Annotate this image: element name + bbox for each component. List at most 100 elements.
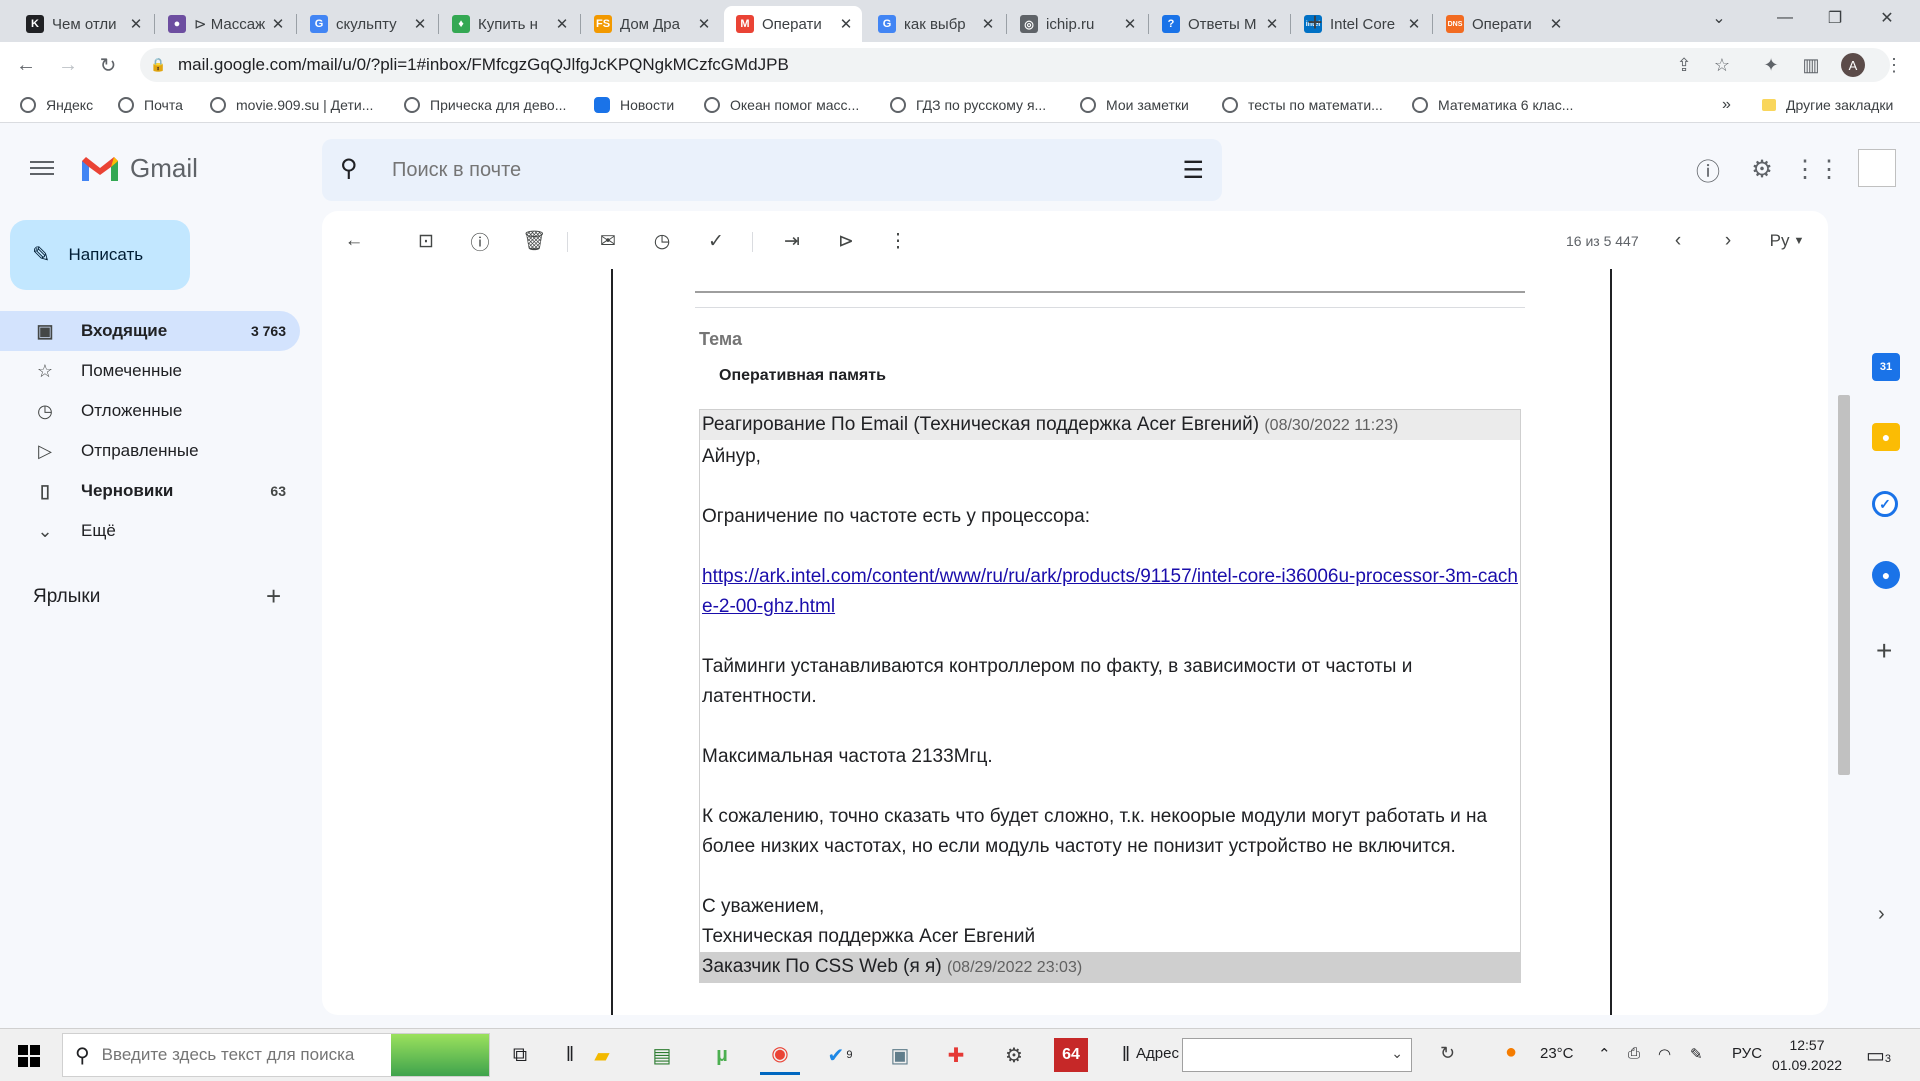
- task-view-icon[interactable]: ⧉: [500, 1035, 540, 1075]
- main-menu-icon[interactable]: [30, 157, 54, 179]
- folder-item[interactable]: ▣ Входящие 3 763: [0, 311, 300, 351]
- help-icon[interactable]: ⓘ: [1692, 153, 1724, 186]
- bookmark-item[interactable]: movie.909.su | Дети...: [210, 94, 373, 116]
- bookmark-item[interactable]: Прическа для дево...: [404, 94, 566, 116]
- new-tab-button[interactable]: +: [1290, 4, 1340, 40]
- windows-start-icon[interactable]: [18, 1045, 40, 1067]
- add-task-icon[interactable]: ✓: [700, 225, 732, 257]
- search-bar[interactable]: ⚲ ☰: [322, 139, 1222, 201]
- browser-tab[interactable]: ♦ Купить н ✕: [440, 6, 578, 42]
- browser-tab[interactable]: M Операти ✕: [724, 6, 862, 42]
- more-options-icon[interactable]: ⋮: [882, 225, 914, 257]
- bookmark-item[interactable]: Новости: [594, 94, 674, 116]
- bookmarks-overflow-button[interactable]: »: [1722, 94, 1731, 116]
- system-clock[interactable]: 12:57 01.09.2022: [1772, 1035, 1842, 1075]
- search-options-icon[interactable]: ☰: [1182, 156, 1204, 185]
- delete-icon[interactable]: 🗑: [518, 225, 550, 257]
- browser-menu-icon[interactable]: ⋮: [1880, 49, 1908, 81]
- browser-tab[interactable]: K Чем отли ✕: [14, 6, 152, 42]
- tab-close-icon[interactable]: ✕: [978, 15, 998, 33]
- tab-close-icon[interactable]: ✕: [126, 15, 146, 33]
- reading-pane-scrollbar[interactable]: [1838, 395, 1850, 775]
- input-tools-button[interactable]: Ру ▼: [1762, 225, 1812, 257]
- bookmark-item[interactable]: Мои заметки: [1080, 94, 1189, 116]
- back-icon[interactable]: ←: [10, 49, 42, 81]
- folder-item[interactable]: ⌄ Ещё: [0, 511, 300, 551]
- tab-close-icon[interactable]: ✕: [836, 15, 856, 33]
- compose-button[interactable]: ✎ Написать: [10, 220, 190, 290]
- restore-button[interactable]: ❐: [1810, 0, 1860, 36]
- image-viewer-icon[interactable]: ▣: [880, 1035, 920, 1075]
- back-to-inbox-icon[interactable]: ←: [338, 225, 370, 257]
- settings-app-icon[interactable]: ⚙: [994, 1035, 1034, 1075]
- bookmark-item[interactable]: Яндекс: [20, 94, 93, 116]
- wifi-icon[interactable]: ◠: [1658, 1045, 1671, 1063]
- url-text[interactable]: mail.google.com/mail/u/0/?pli=1#inbox/FM…: [178, 55, 789, 75]
- bookmark-item[interactable]: Океан помог масс...: [704, 94, 859, 116]
- tab-close-icon[interactable]: ✕: [1546, 15, 1566, 33]
- settings-gear-icon[interactable]: ⚙: [1746, 153, 1778, 185]
- older-chevron-icon[interactable]: ›: [1712, 225, 1744, 257]
- side-panel-icon[interactable]: ▥: [1797, 49, 1825, 81]
- tab-search-icon[interactable]: ⌄: [1694, 0, 1744, 36]
- tab-close-icon[interactable]: ✕: [552, 15, 572, 33]
- contacts-icon[interactable]: ●: [1872, 561, 1900, 589]
- tab-close-icon[interactable]: ✕: [1404, 15, 1424, 33]
- move-to-icon[interactable]: ⇥: [776, 225, 808, 257]
- bookmark-item[interactable]: Математика 6 клас...: [1412, 94, 1573, 116]
- folder-item[interactable]: ▷ Отправленные: [0, 431, 300, 471]
- apps-grid-icon[interactable]: ⋮⋮: [1793, 153, 1841, 185]
- close-window-button[interactable]: ✕: [1862, 0, 1912, 36]
- minimize-button[interactable]: —: [1760, 0, 1810, 36]
- checkmark-app-icon[interactable]: ✔ 9: [820, 1035, 860, 1075]
- input-language[interactable]: РУС: [1732, 1045, 1762, 1062]
- folder-item[interactable]: ◷ Отложенные: [0, 391, 300, 431]
- browser-tab[interactable]: Gскульпту ✕: [298, 6, 436, 42]
- tab-close-icon[interactable]: ✕: [410, 15, 430, 33]
- address-bar[interactable]: 🔒 mail.google.com/mail/u/0/?pli=1#inbox/…: [140, 48, 1890, 82]
- notifications-icon[interactable]: ▭3: [1866, 1043, 1891, 1068]
- report-spam-icon[interactable]: ⓘ: [464, 225, 496, 257]
- browser-tab[interactable]: ? Ответы М ✕: [1150, 6, 1288, 42]
- taskbar-search-input[interactable]: [99, 1044, 384, 1066]
- browser-tab[interactable]: ◎ ichip.ru ✕: [1008, 6, 1146, 42]
- search-icon[interactable]: ⚲: [340, 154, 358, 183]
- search-input[interactable]: [390, 151, 1094, 189]
- bookmark-item[interactable]: Почта: [118, 94, 183, 116]
- tab-close-icon[interactable]: ✕: [694, 15, 714, 33]
- reload-icon[interactable]: ↻: [92, 49, 124, 81]
- pen-icon[interactable]: ✎: [1690, 1045, 1703, 1063]
- notepad-app-icon[interactable]: ▤: [642, 1035, 682, 1075]
- calendar-icon[interactable]: 31: [1872, 353, 1900, 381]
- account-avatar[interactable]: [1858, 149, 1896, 187]
- lock-icon[interactable]: 🔒: [150, 57, 166, 73]
- other-bookmarks-folder[interactable]: Другие закладки: [1762, 94, 1893, 116]
- medical-app-icon[interactable]: ✚: [936, 1035, 976, 1075]
- label-icon[interactable]: ⊳: [830, 225, 862, 257]
- file-explorer-icon[interactable]: ▰: [582, 1035, 622, 1075]
- forward-icon[interactable]: →: [52, 49, 84, 81]
- weather-sun-icon[interactable]: ●: [1505, 1041, 1517, 1064]
- newer-chevron-icon[interactable]: ‹: [1662, 225, 1694, 257]
- tab-close-icon[interactable]: ✕: [1120, 15, 1140, 33]
- aida64-icon[interactable]: 64: [1054, 1038, 1088, 1072]
- refresh-icon[interactable]: ↻: [1440, 1043, 1455, 1064]
- intel-ark-link[interactable]: https://ark.intel.com/content/www/ru/ru/…: [702, 566, 1518, 617]
- profile-avatar[interactable]: A: [1841, 53, 1865, 77]
- folder-item[interactable]: ☆ Помеченные: [0, 351, 300, 391]
- address-toolbar-input[interactable]: ⌄: [1182, 1038, 1412, 1072]
- tab-close-icon[interactable]: ✕: [1262, 15, 1282, 33]
- browser-tab[interactable]: ● ⊳ Массаж ✕: [156, 6, 294, 42]
- share-icon[interactable]: ⇪: [1670, 49, 1698, 81]
- torrent-app-icon[interactable]: µ: [702, 1035, 742, 1075]
- bookmark-item[interactable]: ГДЗ по русскому я...: [890, 94, 1046, 116]
- browser-tab[interactable]: Gкак выбр ✕: [866, 6, 1004, 42]
- dropdown-arrow-icon[interactable]: ⌄: [1391, 1045, 1403, 1062]
- browser-tab[interactable]: DNS Операти ✕: [1434, 6, 1572, 42]
- tab-close-icon[interactable]: ✕: [268, 15, 288, 33]
- keep-icon[interactable]: ●: [1872, 423, 1900, 451]
- folder-item[interactable]: ▯ Черновики 63: [0, 471, 300, 511]
- bookmark-item[interactable]: тесты по математи...: [1222, 94, 1383, 116]
- expand-panel-chevron-icon[interactable]: ›: [1878, 903, 1885, 926]
- tray-chevron-icon[interactable]: ⌃: [1598, 1045, 1611, 1063]
